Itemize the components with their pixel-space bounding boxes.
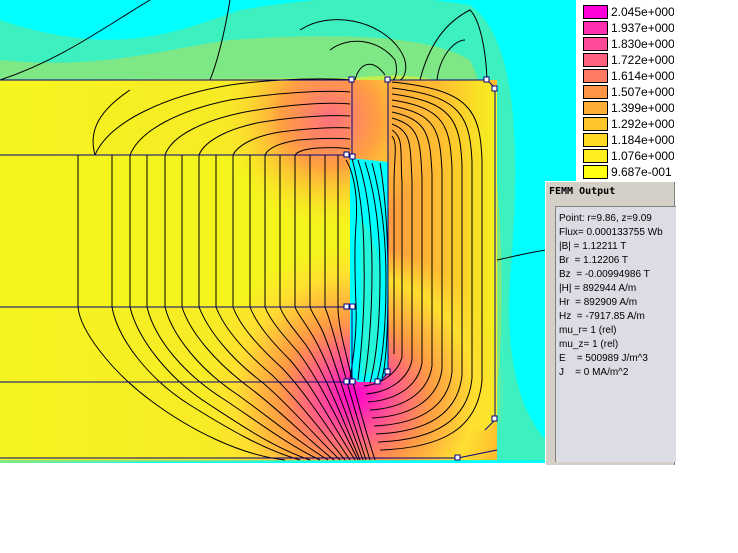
- output-line: J = 0 MA/m^2: [559, 367, 629, 378]
- legend-entry: 1.292e+000: [576, 116, 674, 132]
- output-line: E = 500989 J/m^3: [559, 353, 648, 364]
- legend-swatch: [583, 21, 608, 35]
- legend-entry: 1.399e+000: [576, 100, 674, 116]
- legend-label: 9.687e-001: [611, 165, 672, 179]
- legend-swatch: [583, 149, 608, 163]
- legend-entry: 9.687e-001: [576, 164, 674, 180]
- legend-swatch: [583, 69, 608, 83]
- output-line: Br = 1.12206 T: [559, 255, 629, 266]
- output-window-title: FEMM Output: [549, 186, 616, 197]
- output-line: |H| = 892944 A/m: [559, 283, 637, 294]
- legend-label: 1.507e+000: [611, 85, 674, 99]
- legend-swatch: [583, 5, 608, 19]
- legend-swatch: [583, 37, 608, 51]
- legend-swatch: [583, 133, 608, 147]
- legend-label: 1.292e+000: [611, 117, 674, 131]
- legend-swatch: [583, 53, 608, 67]
- output-readout-list: Point: r=9.86, z=9.09 Flux= 0.000133755 W…: [556, 207, 676, 380]
- legend-entry: 1.614e+000: [576, 68, 674, 84]
- output-readout-box: Point: r=9.86, z=9.09 Flux= 0.000133755 W…: [555, 206, 676, 462]
- legend-label: 1.076e+000: [611, 149, 674, 163]
- legend-label: 1.399e+000: [611, 101, 674, 115]
- legend-entry: 1.830e+000: [576, 36, 674, 52]
- legend-label: 1.937e+000: [611, 21, 674, 35]
- legend-label: 1.722e+000: [611, 53, 674, 67]
- output-line: mu_z= 1 (rel): [559, 339, 619, 350]
- legend-entry: 2.045e+000: [576, 4, 674, 20]
- output-line: Flux= 0.000133755 Wb: [559, 227, 663, 238]
- output-line: Hr = 892909 A/m: [559, 297, 638, 308]
- color-scale-legend: 2.045e+000 1.937e+000 1.830e+000 1.722e+000…: [576, 0, 674, 180]
- output-line: |B| = 1.12211 T: [559, 241, 627, 252]
- legend-label: 1.614e+000: [611, 69, 674, 83]
- legend-entry: 1.507e+000: [576, 84, 674, 100]
- output-line: Bz = -0.00994986 T: [559, 269, 650, 280]
- legend-label: 1.184e+000: [611, 133, 674, 147]
- legend-label: 2.045e+000: [611, 5, 674, 19]
- legend-entry: 1.184e+000: [576, 132, 674, 148]
- legend-entry: 1.937e+000: [576, 20, 674, 36]
- legend-swatch: [583, 101, 608, 115]
- femm-output-window[interactable]: FEMM Output Point: r=9.86, z=9.09 Flux= 0…: [545, 181, 676, 465]
- legend-swatch: [583, 165, 608, 179]
- legend-swatch: [583, 117, 608, 131]
- legend-entry: 1.722e+000: [576, 52, 674, 68]
- legend-label: 1.830e+000: [611, 37, 674, 51]
- legend-swatch: [583, 85, 608, 99]
- output-line: Point: r=9.86, z=9.09: [559, 213, 652, 224]
- output-line: mu_r= 1 (rel): [559, 325, 617, 336]
- legend-entry: 1.076e+000: [576, 148, 674, 164]
- output-line: Hz = -7917.85 A/m: [559, 311, 645, 322]
